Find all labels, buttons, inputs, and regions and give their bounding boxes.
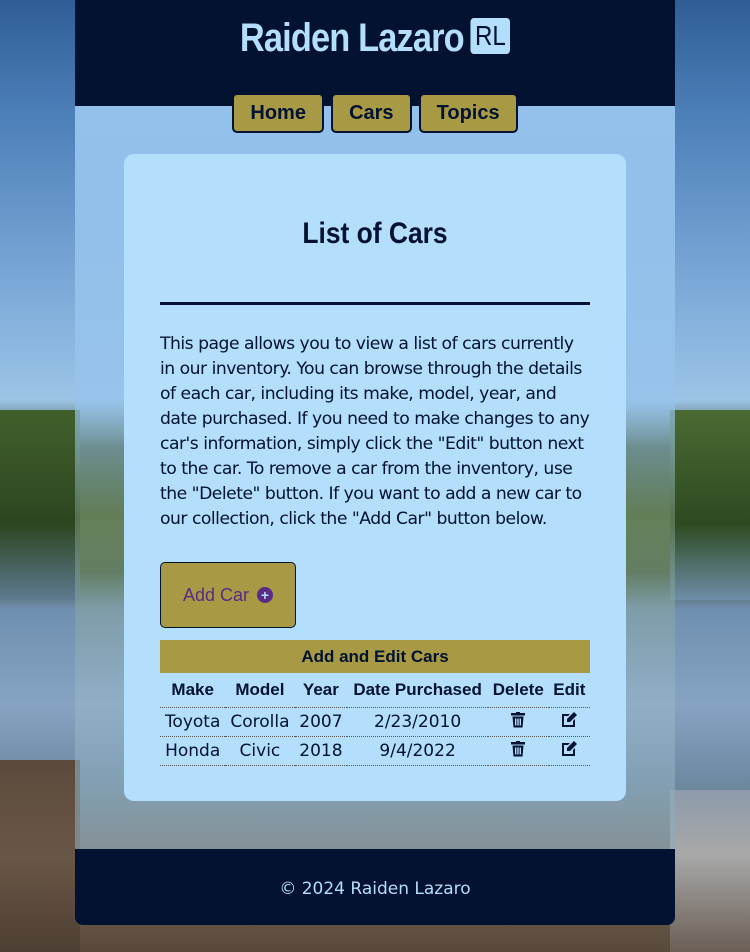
footer-copyright: © 2024 Raiden Lazaro — [279, 879, 471, 899]
cell-year: 2018 — [294, 736, 348, 766]
site-title: Raiden Lazaro RL — [117, 16, 633, 61]
cars-table-container: Add and Edit Cars Make Model Year Date P… — [160, 640, 590, 766]
cell-make: Toyota — [160, 707, 226, 737]
table-row: Toyota Corolla 2007 2/23/2010 — [160, 707, 590, 737]
delete-cell — [487, 707, 549, 737]
column-header-make: Make — [160, 673, 226, 708]
cell-year: 2007 — [294, 707, 348, 737]
main-area: Home Cars Topics List of Cars This page … — [75, 93, 675, 849]
site-footer: © 2024 Raiden Lazaro — [75, 849, 675, 925]
cell-model: Civic — [225, 736, 295, 766]
column-header-date-purchased: Date Purchased — [347, 673, 488, 708]
page-title: List of Cars — [302, 217, 448, 250]
cell-date: 9/4/2022 — [347, 736, 488, 766]
cars-table: Make Model Year Date Purchased Delete Ed… — [160, 673, 590, 766]
table-caption: Add and Edit Cars — [160, 640, 590, 673]
delete-cell — [487, 736, 549, 766]
column-header-model: Model — [225, 673, 295, 708]
trash-icon[interactable] — [511, 740, 526, 762]
logo-badge: RL — [470, 18, 511, 54]
circle-plus-icon: + — [257, 587, 274, 603]
background-ground-left — [0, 760, 80, 952]
background-trees-right — [670, 410, 750, 600]
pen-to-square-icon[interactable] — [561, 740, 578, 762]
pen-to-square-icon[interactable] — [561, 711, 578, 733]
column-header-year: Year — [294, 673, 348, 708]
page-description: This page allows you to view a list of c… — [160, 334, 590, 529]
edit-cell — [548, 707, 590, 737]
nav-topics-button[interactable]: Topics — [418, 93, 518, 133]
trash-icon[interactable] — [511, 711, 526, 733]
site-header: Raiden Lazaro RL — [75, 0, 675, 106]
title-divider — [160, 302, 590, 305]
nav-home-button[interactable]: Home — [232, 93, 324, 133]
cell-make: Honda — [160, 736, 226, 766]
site-title-text: Raiden Lazaro — [239, 16, 465, 60]
edit-cell — [548, 736, 590, 766]
cell-date: 2/23/2010 — [347, 707, 488, 737]
cell-model: Corolla — [225, 707, 295, 737]
background-ground-right — [670, 790, 750, 952]
table-header-row: Make Model Year Date Purchased Delete Ed… — [160, 673, 590, 708]
main-nav: Home Cars Topics — [75, 93, 675, 133]
column-header-delete: Delete — [487, 673, 549, 708]
add-car-label: Add Car — [182, 584, 250, 605]
table-row: Honda Civic 2018 9/4/2022 — [160, 736, 590, 766]
add-car-button[interactable]: Add Car + — [160, 562, 296, 628]
column-header-edit: Edit — [548, 673, 590, 708]
background-trees-left — [0, 410, 80, 600]
content-card: List of Cars This page allows you to vie… — [124, 154, 626, 801]
nav-cars-button[interactable]: Cars — [331, 93, 412, 133]
page-container: Raiden Lazaro RL Home Cars Topics List of… — [75, 0, 675, 925]
